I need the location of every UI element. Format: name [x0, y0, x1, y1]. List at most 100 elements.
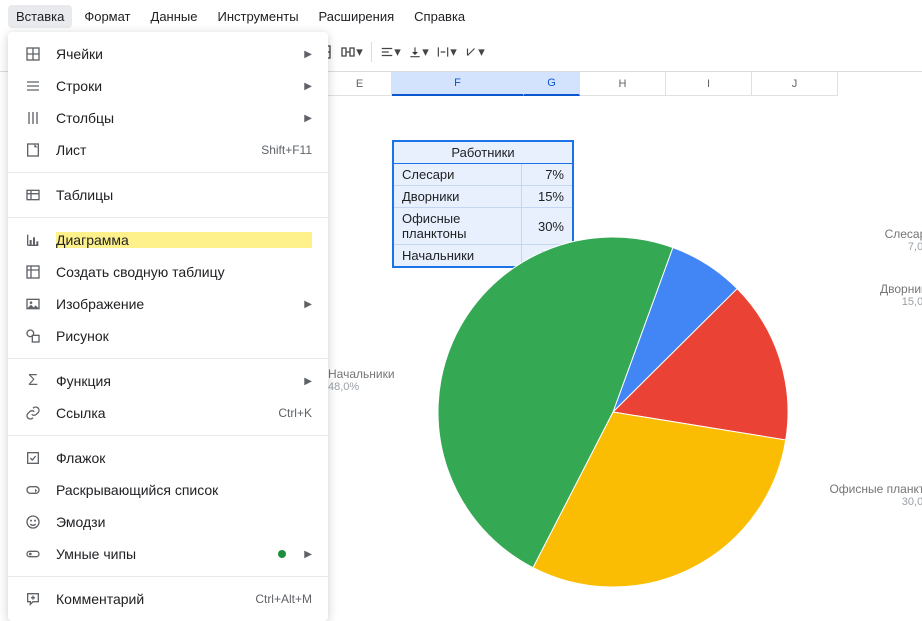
- menu-item-link[interactable]: Ссылка Ctrl+K: [8, 397, 328, 429]
- submenu-arrow-icon: ▶: [304, 81, 312, 92]
- rotate-button[interactable]: ▾: [462, 39, 488, 65]
- menu-item-label: Функция: [56, 373, 290, 389]
- menu-item-label: Комментарий: [56, 591, 241, 607]
- menu-item-image[interactable]: Изображение ▶: [8, 288, 328, 320]
- shortcut-label: Shift+F11: [261, 143, 312, 157]
- align-icon: [380, 45, 394, 59]
- menu-item-rows[interactable]: Строки ▶: [8, 70, 328, 102]
- menu-item-cols[interactable]: Столбцы ▶: [8, 102, 328, 134]
- menu-item-comment[interactable]: Комментарий Ctrl+Alt+M: [8, 583, 328, 615]
- menu-данные[interactable]: Данные: [143, 5, 206, 28]
- rows-icon: [24, 77, 42, 95]
- chart-icon: [24, 231, 42, 249]
- menu-item-label: Флажок: [56, 450, 312, 466]
- shortcut-label: Ctrl+Alt+M: [255, 592, 312, 606]
- table-icon: [24, 186, 42, 204]
- cell-pct: 7%: [521, 164, 573, 186]
- menu-item-label: Умные чипы: [56, 546, 264, 562]
- menu-item-label: Лист: [56, 142, 247, 158]
- menu-item-sheet[interactable]: Лист Shift+F11: [8, 134, 328, 166]
- menu-формат[interactable]: Формат: [76, 5, 138, 28]
- h-align-button[interactable]: ▾: [378, 39, 404, 65]
- chart-label-0: Слесари7,0%: [813, 227, 922, 253]
- menu-item-label: Столбцы: [56, 110, 290, 126]
- menu-item-cells[interactable]: Ячейки ▶: [8, 38, 328, 70]
- merge-button[interactable]: ▾: [339, 39, 365, 65]
- menu-item-label: Диаграмма: [56, 232, 312, 248]
- chart-label-2: Офисные планкт...30,0%: [813, 482, 922, 508]
- menu-item-chart[interactable]: Диаграмма: [8, 224, 328, 256]
- pie-chart[interactable]: Слесари7,0%Дворники15,0%Офисные планкт..…: [433, 232, 793, 595]
- menu-item-emoji[interactable]: Эмодзи: [8, 506, 328, 538]
- menu-вставка[interactable]: Вставка: [8, 5, 72, 28]
- dropdown-icon: [24, 481, 42, 499]
- menu-item-drawing[interactable]: Рисунок: [8, 320, 328, 352]
- menu-item-label: Строки: [56, 78, 290, 94]
- sigma-icon: Σ: [24, 372, 42, 390]
- rotate-icon: [464, 45, 478, 59]
- menu-item-label: Ссылка: [56, 405, 264, 421]
- new-indicator-dot: [278, 550, 286, 558]
- menu-инструменты[interactable]: Инструменты: [209, 5, 306, 28]
- menu-separator: [8, 358, 328, 359]
- submenu-arrow-icon: ▶: [304, 113, 312, 124]
- menu-справка[interactable]: Справка: [406, 5, 473, 28]
- menu-separator: [8, 435, 328, 436]
- submenu-arrow-icon: ▶: [304, 549, 312, 560]
- menu-item-label: Создать сводную таблицу: [56, 264, 312, 280]
- link-icon: [24, 404, 42, 422]
- menu-separator: [8, 217, 328, 218]
- menu-item-sigma[interactable]: Σ Функция ▶: [8, 365, 328, 397]
- table-header: Работники: [393, 141, 573, 164]
- column-header-J[interactable]: J: [752, 72, 838, 96]
- shortcut-label: Ctrl+K: [278, 406, 312, 420]
- emoji-icon: [24, 513, 42, 531]
- cell-name: Слесари: [393, 164, 521, 186]
- column-header-E[interactable]: E: [328, 72, 392, 96]
- menu-item-label: Раскрывающийся список: [56, 482, 312, 498]
- menu-item-chips[interactable]: Умные чипы ▶: [8, 538, 328, 570]
- menu-item-pivot[interactable]: Создать сводную таблицу: [8, 256, 328, 288]
- wrap-icon: [436, 45, 450, 59]
- sheet-area: EFGHIJ Работники Слесари7%Дворники15% Офи…: [328, 72, 922, 619]
- submenu-arrow-icon: ▶: [304, 376, 312, 387]
- menu-item-dropdown[interactable]: Раскрывающийся список: [8, 474, 328, 506]
- table-row[interactable]: Слесари7%: [393, 164, 573, 186]
- chips-icon: [24, 545, 42, 563]
- column-header-G[interactable]: G: [524, 72, 580, 96]
- column-headers: EFGHIJ: [328, 72, 922, 96]
- menubar: ВставкаФорматДанныеИнструментыРасширения…: [0, 0, 922, 32]
- menu-item-checkbox[interactable]: Флажок: [8, 442, 328, 474]
- column-header-H[interactable]: H: [580, 72, 666, 96]
- chart-label-3: Начальники48,0%: [328, 367, 448, 393]
- v-align-button[interactable]: ▾: [406, 39, 432, 65]
- table-row[interactable]: Дворники15%: [393, 186, 573, 208]
- menu-расширения[interactable]: Расширения: [311, 5, 403, 28]
- pie-svg: [433, 232, 793, 592]
- sheet-icon: [24, 141, 42, 159]
- drawing-icon: [24, 327, 42, 345]
- cell-pct: 15%: [521, 186, 573, 208]
- checkbox-icon: [24, 449, 42, 467]
- column-header-F[interactable]: F: [392, 72, 524, 96]
- separator: [371, 42, 372, 62]
- menu-item-table[interactable]: Таблицы: [8, 179, 328, 211]
- menu-item-label: Изображение: [56, 296, 290, 312]
- chart-label-1: Дворники15,0%: [813, 282, 922, 308]
- submenu-arrow-icon: ▶: [304, 299, 312, 310]
- cols-icon: [24, 109, 42, 127]
- menu-separator: [8, 576, 328, 577]
- menu-item-label: Ячейки: [56, 46, 290, 62]
- comment-icon: [24, 590, 42, 608]
- valign-icon: [408, 45, 422, 59]
- submenu-arrow-icon: ▶: [304, 49, 312, 60]
- menu-separator: [8, 172, 328, 173]
- image-icon: [24, 295, 42, 313]
- insert-menu-dropdown: Ячейки ▶ Строки ▶ Столбцы ▶ Лист Shift+F11 Табли…: [8, 32, 328, 621]
- column-header-I[interactable]: I: [666, 72, 752, 96]
- menu-item-label: Эмодзи: [56, 514, 312, 530]
- menu-item-label: Рисунок: [56, 328, 312, 344]
- menu-item-label: Таблицы: [56, 187, 312, 203]
- wrap-button[interactable]: ▾: [434, 39, 460, 65]
- merge-icon: [340, 44, 356, 60]
